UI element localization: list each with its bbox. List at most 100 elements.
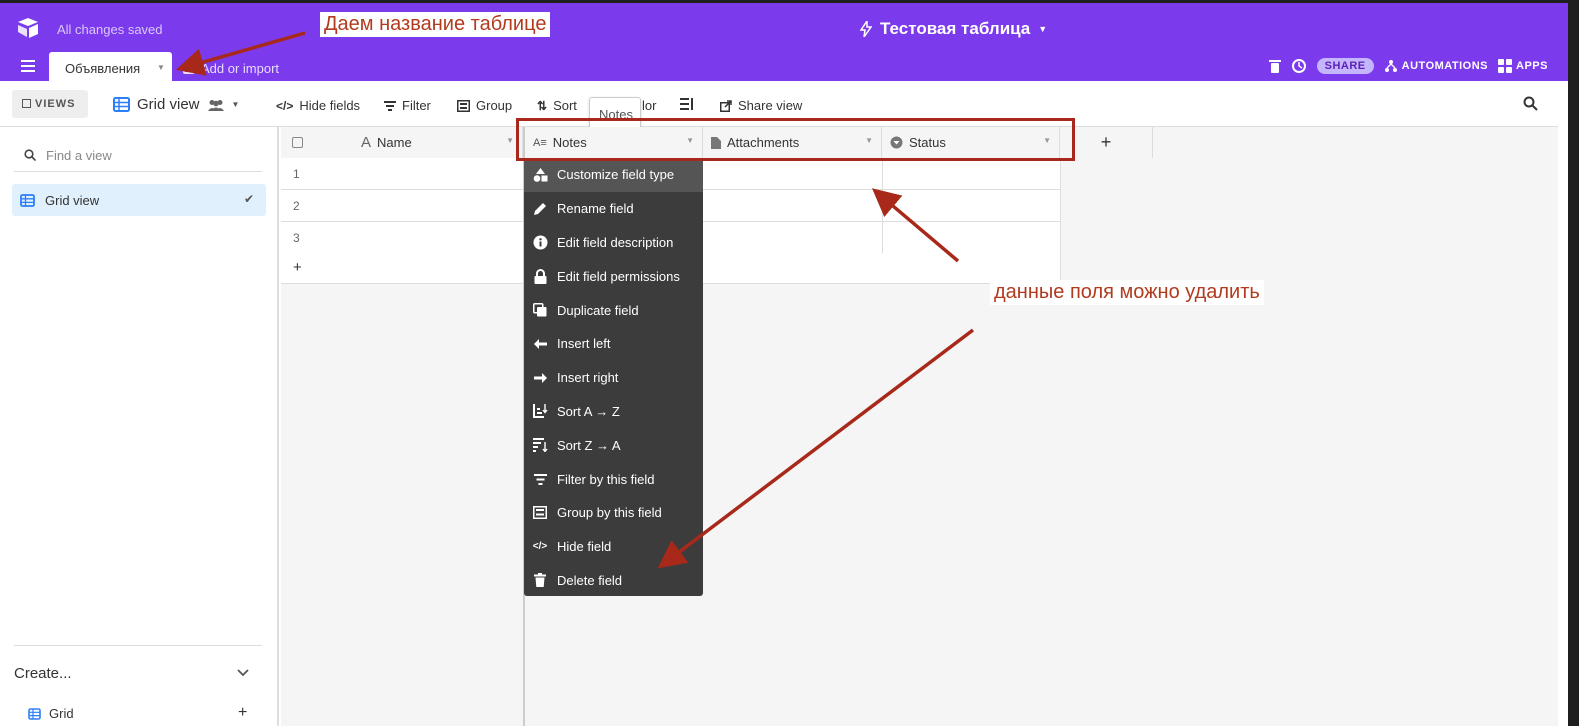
cell-divider <box>882 158 883 190</box>
pencil-icon <box>532 201 548 217</box>
automations-button[interactable]: AUTOMATIONS <box>1384 59 1488 73</box>
grid-area: A Name ▼ A≡ Notes ▼ Attachments ▼ Status… <box>281 127 1558 726</box>
menu-item-sort-z-a[interactable]: Sort Z → A <box>524 428 703 462</box>
row-number: 1 <box>293 167 300 181</box>
sort-button[interactable]: ⇅ Sort <box>537 98 577 113</box>
chevron-down-icon[interactable] <box>237 665 249 680</box>
caret-down-icon: ▼ <box>231 100 240 109</box>
views-sidebar: Find a view Grid view ✔ Create... Grid + <box>0 127 279 726</box>
filter-button[interactable]: Filter <box>384 98 431 113</box>
table-tab-active[interactable]: Объявления ▼ <box>49 52 172 82</box>
menu-item-sort-a-z[interactable]: Sort A → Z <box>524 395 703 429</box>
apps-label: APPS <box>1516 60 1548 72</box>
automations-label: AUTOMATIONS <box>1401 60 1489 72</box>
table-tab-label: Объявления <box>65 61 141 76</box>
hide-fields-button[interactable]: </> Hide fields <box>276 98 360 113</box>
views-toggle-button[interactable]: VIEWS <box>12 90 88 118</box>
add-grid-icon[interactable]: + <box>238 704 247 722</box>
sidebar-item-label: Grid view <box>45 192 100 208</box>
check-icon: ✔ <box>243 192 254 206</box>
cell-divider <box>882 222 883 254</box>
caret-down-icon: ▼ <box>1038 24 1048 34</box>
grid-view-icon <box>113 97 130 112</box>
info-icon <box>532 234 548 250</box>
top-bar: All changes saved Тестовая таблица ▼ Объ… <box>0 3 1568 82</box>
menu-item-filter-by-field[interactable]: Filter by this field <box>524 462 703 496</box>
row-select-checkbox[interactable] <box>292 137 303 148</box>
add-row-icon: + <box>293 259 302 276</box>
menu-item-duplicate-field[interactable]: Duplicate field <box>524 293 703 327</box>
airtable-logo-icon[interactable] <box>16 17 40 39</box>
menu-item-label: Insert right <box>557 370 619 386</box>
menu-item-label: Rename field <box>557 201 634 217</box>
color-label: lor <box>642 98 657 113</box>
eye-off-icon: </> <box>532 541 548 553</box>
hamburger-icon[interactable] <box>21 60 35 72</box>
menu-item-label: Sort A → Z <box>557 403 620 419</box>
share-view-label: Share view <box>738 98 803 113</box>
create-grid-item[interactable]: Grid <box>28 706 74 721</box>
cell-divider <box>882 190 883 222</box>
menu-item-label: Filter by this field <box>557 471 655 487</box>
group-label: Group <box>476 98 513 113</box>
menu-item-edit-field-description[interactable]: Edit field description <box>524 226 703 260</box>
view-name: Grid view <box>137 96 200 113</box>
arrow-right-icon <box>532 370 548 386</box>
filter-icon <box>384 100 396 111</box>
share-button[interactable]: SHARE <box>1316 58 1374 74</box>
app-window: All changes saved Тестовая таблица ▼ Объ… <box>0 3 1568 726</box>
header-tools: SHARE AUTOMATIONS APPS <box>1268 58 1548 74</box>
sort-label: Sort <box>553 98 577 113</box>
field-context-menu: Customize field type Rename field Edit f… <box>524 158 703 596</box>
base-name[interactable]: Тестовая таблица ▼ <box>860 19 1047 39</box>
create-section-label[interactable]: Create... <box>14 665 72 682</box>
filter-label: Filter <box>402 98 431 113</box>
bolt-icon <box>860 21 872 37</box>
menu-item-rename-field[interactable]: Rename field <box>524 192 703 226</box>
group-button[interactable]: Group <box>457 98 512 113</box>
base-name-label: Тестовая таблица <box>880 19 1031 38</box>
caret-down-icon[interactable]: ▼ <box>506 136 514 145</box>
search-icon <box>24 149 36 161</box>
share-view-button[interactable]: Share view <box>720 98 802 113</box>
find-view-input[interactable]: Find a view <box>14 139 262 172</box>
menu-item-edit-field-permissions[interactable]: Edit field permissions <box>524 259 703 293</box>
view-switcher[interactable]: Grid view ▼ <box>113 96 239 113</box>
add-or-import-button[interactable]: Add or import <box>183 61 279 76</box>
add-import-label: Add or import <box>201 61 280 76</box>
text-field-icon: A <box>361 134 372 151</box>
menu-item-insert-right[interactable]: Insert right <box>524 361 703 395</box>
share-view-icon <box>720 99 732 112</box>
row-height-button[interactable] <box>680 98 694 110</box>
sort-icon: ⇅ <box>537 98 548 113</box>
annotation-highlight-box <box>516 118 1075 161</box>
menu-item-delete-field[interactable]: Delete field <box>524 564 703 598</box>
caret-down-icon[interactable]: ▼ <box>157 63 165 72</box>
filter-icon <box>532 471 548 487</box>
trash-icon <box>532 572 548 588</box>
menu-item-insert-left[interactable]: Insert left <box>524 327 703 361</box>
menu-item-label: Sort Z → A <box>557 437 621 453</box>
sidebar-toggle-icon <box>22 99 31 108</box>
menu-item-label: Customize field type <box>557 167 675 183</box>
apps-button[interactable]: APPS <box>1498 59 1548 73</box>
sidebar-item-grid-view[interactable]: Grid view ✔ <box>12 184 266 216</box>
search-icon[interactable] <box>1523 96 1538 111</box>
menu-item-customize-field-type[interactable]: Customize field type <box>524 158 703 192</box>
history-icon[interactable] <box>1291 58 1307 74</box>
color-button[interactable]: lor <box>642 98 656 113</box>
menu-item-label: Duplicate field <box>557 302 639 318</box>
trash-icon[interactable] <box>1268 59 1281 73</box>
grid-view-icon <box>28 707 41 720</box>
table-icon <box>183 63 195 74</box>
arrow-left-icon <box>532 336 548 352</box>
apps-icon <box>1498 59 1513 73</box>
row-number: 2 <box>293 199 300 213</box>
eye-off-icon: </> <box>276 98 294 113</box>
menu-item-hide-field[interactable]: </> Hide field <box>524 530 703 564</box>
menu-item-label: Insert left <box>557 336 611 352</box>
annotation-name-table: Даем название таблице <box>320 12 551 37</box>
row-number: 3 <box>293 231 300 245</box>
menu-item-group-by-field[interactable]: Group by this field <box>524 496 703 530</box>
column-header-name[interactable]: A Name ▼ <box>281 127 523 158</box>
